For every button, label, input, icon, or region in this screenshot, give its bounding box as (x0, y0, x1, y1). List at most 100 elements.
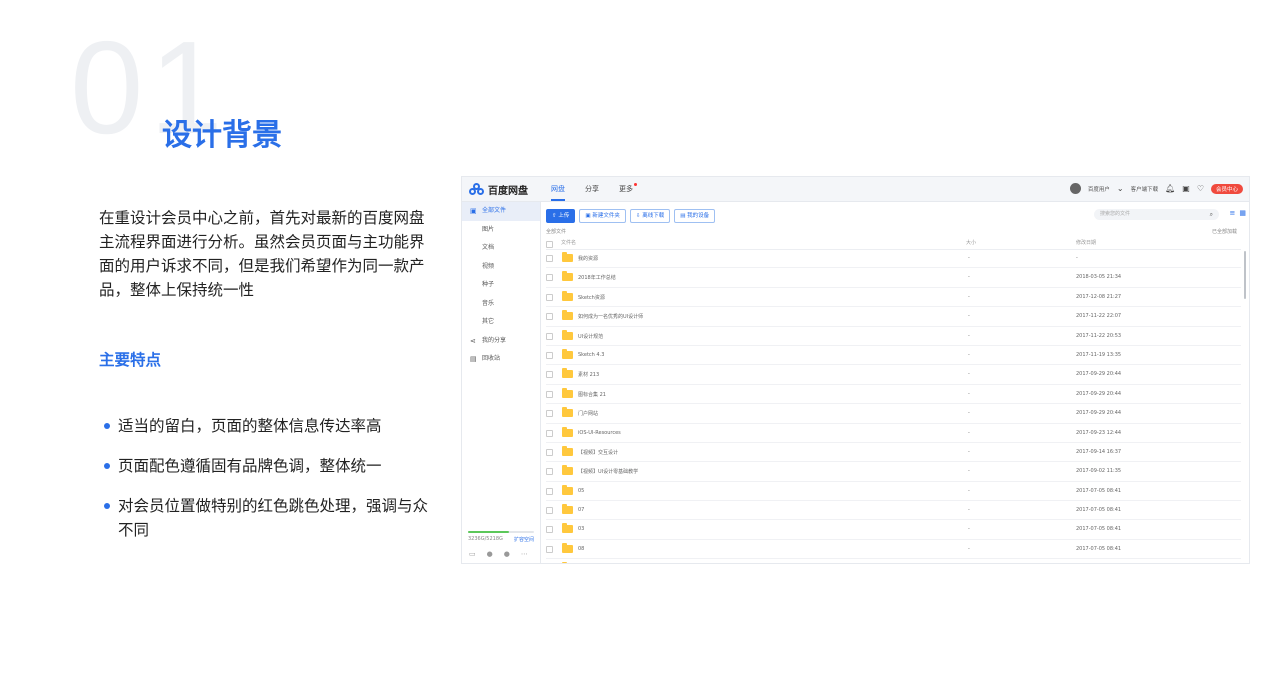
row-checkbox[interactable] (546, 448, 553, 456)
apple-icon[interactable]: ● (504, 550, 510, 558)
table-row[interactable]: 【视频】UI设计零基础教学 - 2017-09-02 11:35 (546, 462, 1241, 482)
clipboard-icon[interactable]: ▣ (1182, 184, 1190, 193)
file-toolbar: ⇧ 上传 ▣ 新建文件夹 ⇩ 离线下载 ▤ 我的设备 (546, 209, 716, 223)
file-name[interactable]: UI设计规范 (578, 333, 603, 340)
file-name[interactable]: 07 (578, 507, 584, 513)
row-checkbox[interactable] (546, 429, 553, 437)
bell-icon[interactable]: 🔔︎ (1165, 184, 1175, 193)
avatar[interactable] (1069, 183, 1081, 194)
row-checkbox[interactable] (546, 332, 553, 340)
desktop-icon[interactable]: ▭ (469, 550, 476, 558)
file-name[interactable]: Sketch 4.3 (578, 352, 604, 358)
row-checkbox[interactable] (546, 371, 553, 379)
table-row[interactable]: 2018年工作总结 - 2018-03-05 21:34 (546, 268, 1241, 288)
chevron-down-icon[interactable]: ⌄ (1117, 184, 1124, 193)
row-checkbox[interactable] (546, 293, 553, 301)
file-name[interactable]: Sketch资源 (578, 294, 605, 301)
table-row[interactable]: iOS-UI-Resources - 2017-09-23 12:44 (546, 424, 1241, 443)
file-name[interactable]: 门户网站 (578, 410, 598, 417)
offline-download-button[interactable]: ⇩ 离线下载 (629, 209, 671, 223)
share-icon: ⋖ (470, 336, 476, 345)
column-date[interactable]: 修改日期 (1076, 239, 1096, 246)
row-checkbox[interactable] (546, 313, 553, 321)
sidebar-item-my-share[interactable]: ⋖ 我的分享 (462, 332, 540, 351)
file-name[interactable]: iOS-UI-Resources (578, 430, 621, 436)
table-row[interactable]: 08 - 2017-07-05 08:41 (546, 540, 1241, 560)
storage-quota: 3236G/5218G 扩容空间 (468, 531, 534, 543)
offline-download-label: 离线下载 (642, 213, 665, 219)
row-checkbox[interactable] (546, 410, 553, 418)
row-checkbox[interactable] (546, 468, 553, 476)
table-row[interactable]: 门户网站 - 2017-09-29 20:44 (546, 404, 1241, 424)
search-input[interactable]: 搜索您的文件 ⌕ (1094, 209, 1219, 220)
row-checkbox[interactable] (546, 390, 553, 398)
row-checkbox[interactable] (546, 545, 553, 553)
file-name[interactable]: 05 (578, 488, 584, 494)
upload-button[interactable]: ⇧ 上传 (546, 209, 576, 223)
gift-icon[interactable]: ♡ (1197, 184, 1204, 193)
more-icon[interactable]: ⋯ (521, 550, 528, 558)
sidebar-item-videos[interactable]: 视频 (462, 258, 540, 277)
upload-label: 上传 (558, 213, 570, 219)
android-icon[interactable]: ● (487, 550, 493, 558)
client-download-link[interactable]: 客户端下载 (1131, 185, 1159, 193)
table-row[interactable]: 05 - 2017-07-05 08:41 (546, 482, 1241, 502)
sidebar-item-music[interactable]: 音乐 (462, 295, 540, 314)
scrollbar[interactable] (1244, 251, 1246, 299)
file-name[interactable]: 如何成为一名优秀的UI设计师 (578, 313, 643, 320)
nav-tab-disk[interactable]: 网盘 (551, 177, 565, 201)
file-name[interactable]: 【视频】UI设计零基础教学 (578, 468, 638, 475)
client-icons: ▭ ● ● ⋯ (469, 550, 528, 558)
table-row[interactable]: 03 - 2017-07-05 08:41 (546, 520, 1241, 540)
table-row[interactable]: Sketch资源 - 2017-12-08 21:27 (546, 288, 1241, 308)
file-name[interactable]: 【视频】交互设计 (578, 449, 618, 456)
expand-storage-link[interactable]: 扩容空间 (514, 536, 534, 543)
table-row[interactable]: 素材 213 - 2017-09-29 20:44 (546, 365, 1241, 385)
member-center-button[interactable]: 会员中心 (1210, 183, 1243, 194)
table-row[interactable]: 07-2017-07-05 08:44 (546, 559, 1241, 563)
cloud-logo-icon (469, 183, 485, 196)
my-devices-button[interactable]: ▤ 我的设备 (674, 209, 716, 223)
sidebar-item-docs[interactable]: 文档 (462, 239, 540, 258)
table-row[interactable]: 我的资源 - - (546, 249, 1241, 269)
table-row[interactable]: 【视频】交互设计 - 2017-09-14 16:37 (546, 443, 1241, 463)
table-row[interactable]: 07 - 2017-07-05 08:41 (546, 501, 1241, 521)
table-row[interactable]: 图标合集 21 - 2017-09-29 20:44 (546, 385, 1241, 405)
file-name[interactable]: 素材 213 (578, 371, 599, 378)
file-date: 2017-09-29 20:44 (1076, 390, 1122, 397)
column-size[interactable]: 大小 (966, 239, 976, 246)
file-name[interactable]: 图标合集 21 (578, 391, 606, 398)
table-row[interactable]: Sketch 4.3 - 2017-11-19 13:35 (546, 346, 1241, 366)
breadcrumb[interactable]: 全部文件 (546, 228, 566, 235)
file-name[interactable]: 我的资源 (578, 255, 598, 262)
row-checkbox[interactable] (546, 526, 553, 534)
app-logo[interactable]: 百度网盘 (469, 182, 528, 197)
row-checkbox[interactable] (546, 274, 553, 282)
new-folder-button[interactable]: ▣ 新建文件夹 (579, 209, 626, 223)
column-name[interactable]: 文件名 (561, 239, 576, 246)
sidebar-item-label: 回收站 (482, 355, 501, 362)
select-all-checkbox[interactable] (546, 241, 553, 248)
sidebar-item-all-files[interactable]: ▣ 全部文件 (462, 202, 540, 221)
row-checkbox[interactable] (546, 255, 553, 262)
sidebar-item-other[interactable]: 其它 (462, 313, 540, 332)
grid-view-icon[interactable]: ▦ (1239, 209, 1246, 217)
file-name[interactable]: 08 (578, 546, 584, 552)
row-checkbox[interactable] (546, 507, 553, 515)
table-row[interactable]: 如何成为一名优秀的UI设计师 - 2017-11-22 22:07 (546, 307, 1241, 327)
table-row[interactable]: UI设计规范 - 2017-11-22 20:53 (546, 327, 1241, 346)
sort-icon[interactable]: ≡ (1230, 209, 1236, 217)
sidebar-item-recycle-bin[interactable]: ▤ 回收站 (462, 350, 540, 369)
row-checkbox[interactable] (546, 487, 553, 495)
row-checkbox[interactable] (546, 351, 553, 359)
file-name[interactable]: 03 (578, 526, 584, 532)
sidebar-item-images[interactable]: 图片 (462, 221, 540, 240)
sidebar-item-label: 全部文件 (482, 207, 507, 214)
user-name[interactable]: 百度用户 (1088, 185, 1110, 193)
nav-tab-more[interactable]: 更多 (619, 177, 637, 201)
folder-icon: ▣ (470, 207, 477, 215)
sidebar-item-torrents[interactable]: 种子 (462, 276, 540, 295)
search-icon[interactable]: ⌕ (1210, 209, 1213, 220)
nav-tab-share[interactable]: 分享 (585, 177, 599, 201)
file-name[interactable]: 2018年工作总结 (578, 274, 616, 281)
